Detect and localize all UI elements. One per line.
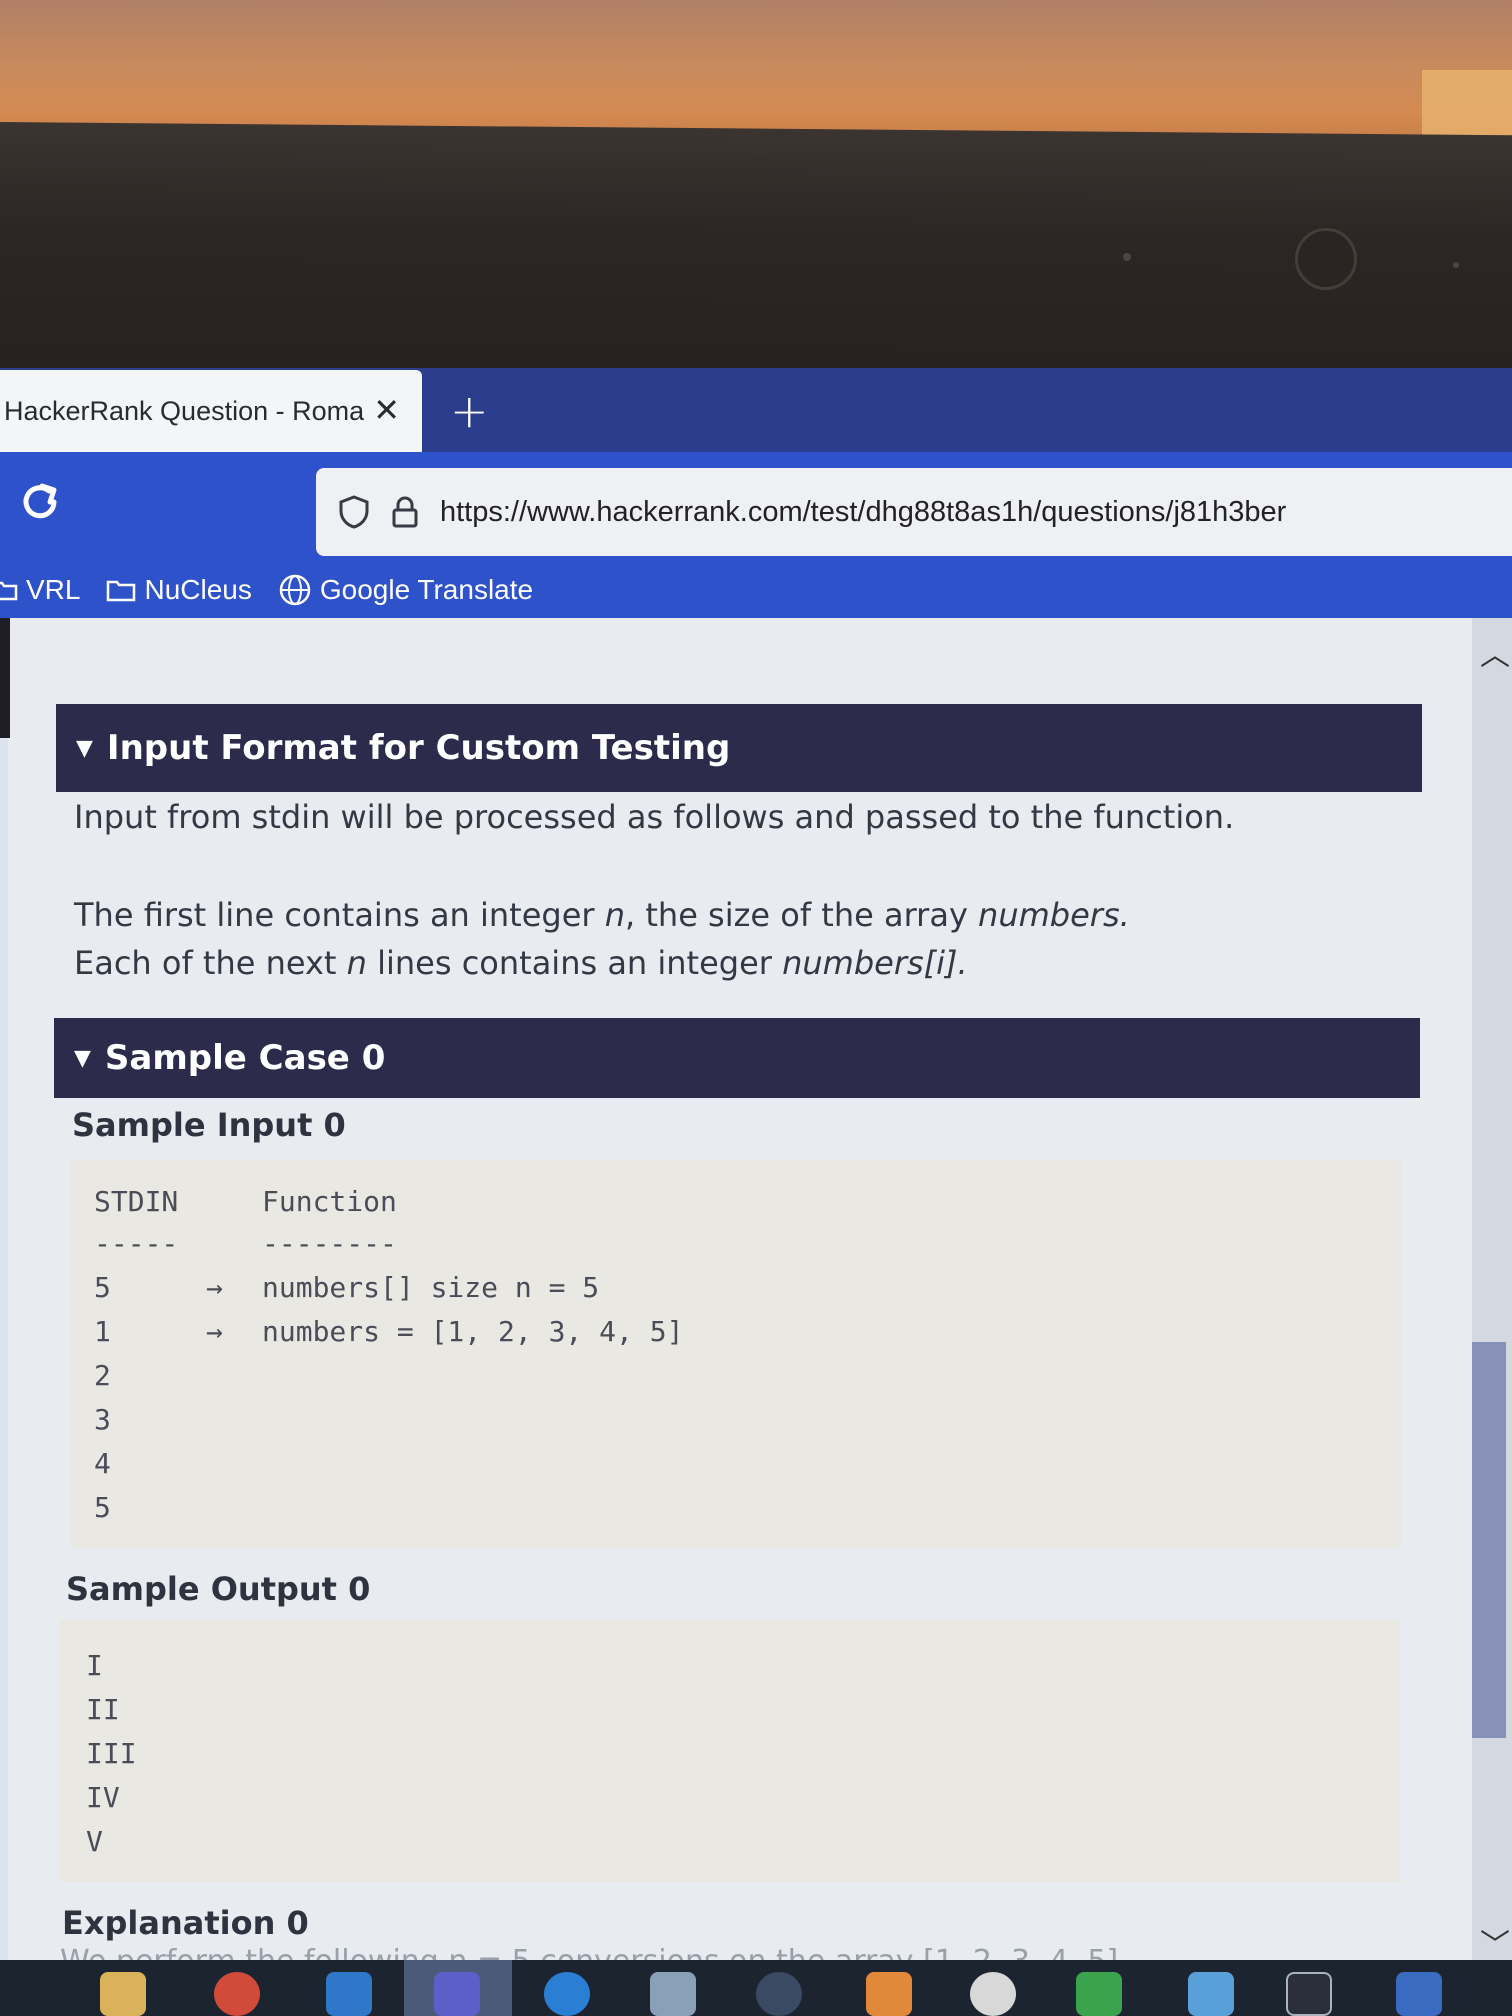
tracking-protection-shield-icon[interactable] (338, 495, 370, 529)
collapse-triangle-icon: ▼ (76, 735, 93, 761)
vertical-scrollbar[interactable] (1472, 618, 1512, 1960)
bookmarks-toolbar: VRL NuCleus Google Translate (0, 556, 1512, 624)
bezel-sensor (1123, 253, 1131, 261)
sample-case-header[interactable]: ▼ Sample Case 0 (54, 1018, 1420, 1098)
bookmark-label: Google Translate (319, 574, 534, 605)
input-format-line: Each of the next n lines contains an int… (74, 944, 968, 982)
app-icon[interactable] (1188, 1972, 1234, 2016)
scroll-up-icon[interactable]: ︿ (1480, 630, 1510, 674)
stdin-line: 5 (94, 1271, 111, 1304)
folder-icon (107, 580, 136, 602)
sample-output-box (60, 1620, 1400, 1882)
output-line: II (86, 1693, 120, 1726)
input-format-line: The first line contains an integer n, th… (74, 896, 1130, 934)
stdin-rule: ----- (94, 1227, 179, 1260)
collapse-triangle-icon: ▼ (74, 1045, 91, 1071)
outlook-icon[interactable] (326, 1972, 372, 2016)
url-text: https://www.hackerrank.com/test/dhg88t8a… (440, 495, 1287, 528)
app-icon[interactable] (756, 1972, 802, 2016)
input-format-header[interactable]: ▼ Input Format for Custom Testing (56, 704, 1422, 792)
bookmark-nucleus[interactable]: NuCleus (106, 574, 252, 606)
output-line: V (86, 1825, 103, 1858)
browser-tab[interactable]: HackerRank Question - Romani ✕ (0, 370, 422, 452)
globe-icon (279, 574, 311, 606)
monitor-bezel (0, 122, 1512, 391)
new-tab-button[interactable]: + (450, 388, 489, 434)
app-icon[interactable] (866, 1972, 912, 2016)
arrow-icon: → (206, 1315, 223, 1348)
app-icon[interactable] (970, 1972, 1016, 2016)
sample-input-heading: Sample Input 0 (72, 1106, 346, 1144)
teams-icon[interactable] (434, 1972, 480, 2016)
app-icon[interactable] (1076, 1972, 1122, 2016)
stdin-line: 4 (94, 1447, 111, 1480)
network-icon[interactable] (1396, 1972, 1442, 2016)
bookmark-label: VRL (26, 574, 81, 605)
arrow-icon: → (206, 1271, 223, 1304)
terminal-icon[interactable] (1286, 1972, 1332, 2016)
input-format-line: Input from stdin will be processed as fo… (74, 798, 1235, 836)
bookmark-google-translate[interactable]: Google Translate (278, 573, 533, 607)
reload-icon[interactable] (14, 478, 66, 530)
output-line: IV (86, 1781, 120, 1814)
lock-icon[interactable] (390, 495, 420, 529)
sample-case-title: Sample Case 0 (104, 1038, 386, 1078)
input-format-title: Input Format for Custom Testing (106, 728, 731, 768)
output-line: I (86, 1649, 103, 1682)
edge-icon[interactable] (544, 1972, 590, 2016)
bookmark-label: NuCleus (144, 574, 252, 605)
sample-output-heading: Sample Output 0 (66, 1570, 371, 1608)
stdin-line: 1 (94, 1315, 111, 1348)
left-edge (0, 618, 10, 738)
function-rule: -------- (262, 1227, 397, 1260)
function-header: Function (262, 1185, 397, 1218)
webcam (1295, 228, 1357, 290)
function-line: numbers = [1, 2, 3, 4, 5] (262, 1315, 684, 1348)
bezel-sensor (1453, 262, 1459, 268)
stdin-line: 2 (94, 1359, 111, 1392)
stdin-line: 5 (94, 1491, 111, 1524)
explanation-heading: Explanation 0 (62, 1904, 309, 1942)
stdin-line: 3 (94, 1403, 111, 1436)
close-tab-icon[interactable]: ✕ (373, 392, 400, 428)
scrollbar-thumb[interactable] (1472, 1342, 1506, 1738)
stdin-header: STDIN (94, 1185, 179, 1218)
folder-icon (0, 581, 18, 601)
notepad-icon[interactable] (650, 1972, 696, 2016)
tab-title: HackerRank Question - Romani (4, 395, 364, 426)
scroll-down-icon[interactable]: ﹀ (1480, 1920, 1510, 1964)
chrome-icon[interactable] (214, 1972, 260, 2016)
output-line: III (86, 1737, 137, 1770)
file-explorer-icon[interactable] (100, 1972, 146, 2016)
function-line: numbers[] size n = 5 (262, 1271, 600, 1304)
address-bar[interactable]: https://www.hackerrank.com/test/dhg88t8a… (316, 468, 1512, 556)
bookmark-vrl[interactable]: VRL (0, 574, 80, 606)
